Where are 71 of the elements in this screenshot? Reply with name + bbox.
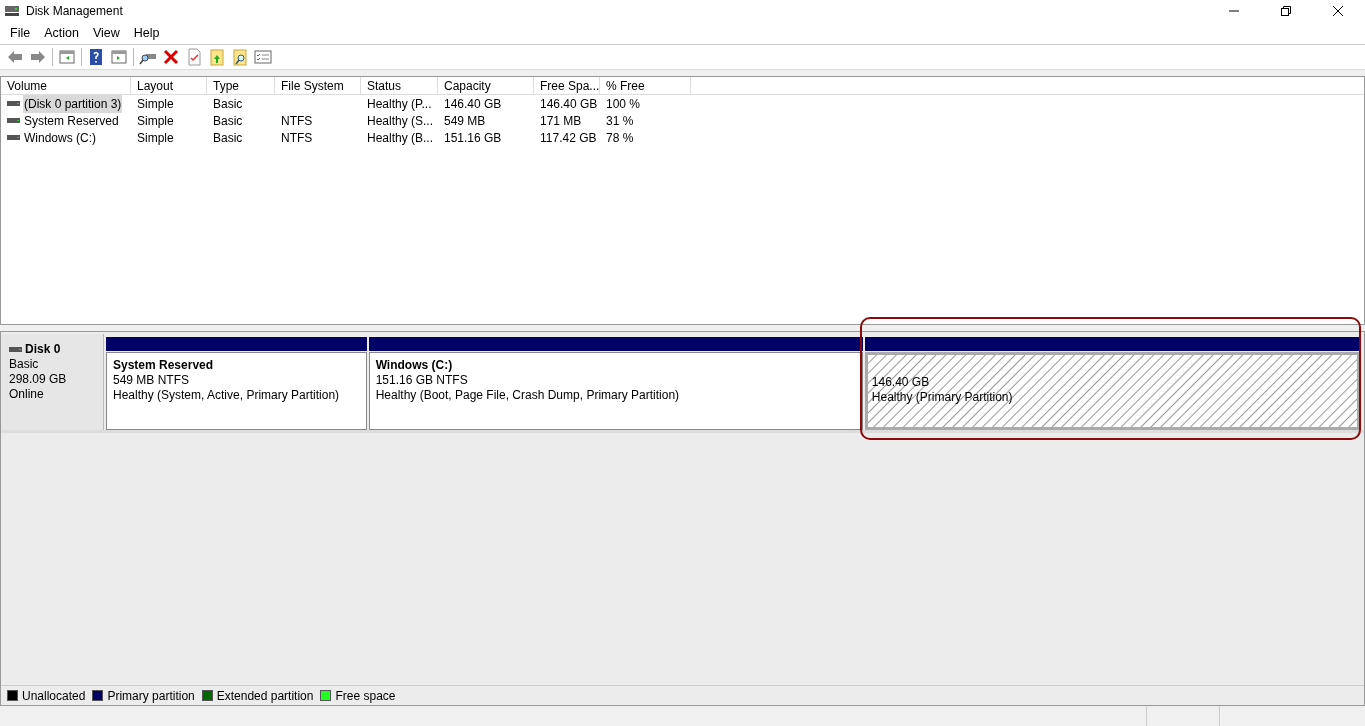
column-header[interactable]: File System xyxy=(275,77,361,94)
partition-size: 146.40 GB xyxy=(871,375,931,390)
partition-size: 151.16 GB NTFS xyxy=(375,373,469,388)
partition-block[interactable]: System Reserved 549 MB NTFS Healthy (System, Active, Primary Partition) xyxy=(106,352,367,430)
partition-block[interactable]: Windows (C:) 151.16 GB NTFS Healthy (Boot, Page File, Crash Dump, Primary Partition) xyxy=(368,352,863,430)
up-arrow-folder-icon xyxy=(208,48,226,66)
volume-name[interactable]: System Reserved xyxy=(23,111,120,130)
table-cell-text: NTFS xyxy=(281,112,313,130)
drive-icon xyxy=(9,346,22,353)
table-cell-text: 31 % xyxy=(606,112,634,130)
table-cell-text: Simple xyxy=(137,112,174,130)
search-folder-icon xyxy=(231,48,249,66)
menu-item[interactable]: View xyxy=(85,23,127,43)
restore-icon xyxy=(1281,6,1291,16)
partition-status: Healthy (Primary Partition) xyxy=(871,390,1014,405)
column-header[interactable]: Volume xyxy=(1,77,131,94)
help-icon xyxy=(87,48,105,66)
partition-status: Healthy (Boot, Page File, Crash Dump, Primary Partition) xyxy=(375,388,681,403)
disk-name: Disk 0 xyxy=(25,342,61,357)
column-header[interactable]: % Free xyxy=(600,77,691,94)
legend-label: Unallocated xyxy=(22,687,86,705)
partition-name: Windows (C:) xyxy=(375,358,454,373)
table-cell-text: 100 % xyxy=(606,95,641,113)
drive-icon xyxy=(7,100,20,107)
table-cell-text: Simple xyxy=(137,129,174,147)
checklist-icon xyxy=(254,48,272,66)
legend-label: Extended partition xyxy=(216,687,314,705)
close-icon xyxy=(1333,6,1343,16)
table-cell-text: Simple xyxy=(137,95,174,113)
table-cell-text: 549 MB xyxy=(444,112,486,130)
disk-type: Basic xyxy=(9,357,40,372)
table-cell-text: 151.16 GB xyxy=(444,129,502,147)
menu-item[interactable]: Action xyxy=(37,23,86,43)
table-cell-text: 171 MB xyxy=(540,112,582,130)
table-cell-text: 146.40 GB xyxy=(444,95,502,113)
app-icon xyxy=(4,5,20,17)
column-header[interactable]: Status xyxy=(361,77,438,94)
menu-item[interactable]: Help xyxy=(126,23,167,43)
column-header[interactable]: Layout xyxy=(131,77,207,94)
delete-icon xyxy=(162,48,180,66)
table-cell-text: 78 % xyxy=(606,129,634,147)
column-header[interactable]: Type xyxy=(207,77,275,94)
table-cell-text: Healthy (P... xyxy=(367,95,432,113)
table-cell-text: Basic xyxy=(213,112,243,130)
partition-block[interactable]: 146.40 GB Healthy (Primary Partition) xyxy=(864,352,1360,430)
legend-label: Primary partition xyxy=(107,687,195,705)
table-cell-text: Healthy (S... xyxy=(367,112,434,130)
table-cell-text: Healthy (B... xyxy=(367,129,434,147)
panel-icon xyxy=(58,48,76,66)
checkmark-document-icon xyxy=(185,48,203,66)
drive-icon xyxy=(7,117,20,124)
table-cell-text: 146.40 GB xyxy=(540,95,598,113)
column-header[interactable]: Free Spa... xyxy=(534,77,600,94)
table-cell-text: Basic xyxy=(213,129,243,147)
disk-info-panel[interactable]: Disk 0 Basic 298.09 GB Online xyxy=(1,334,104,430)
partition-size: 549 MB NTFS xyxy=(113,373,191,388)
menu-item[interactable]: File xyxy=(3,23,38,43)
table-cell-text: 117.42 GB xyxy=(540,129,597,147)
panel-icon xyxy=(110,48,128,66)
window-title: Disk Management xyxy=(26,3,123,20)
volume-name[interactable]: Windows (C:) xyxy=(23,128,97,147)
column-header[interactable]: Capacity xyxy=(438,77,534,94)
disk-size: 298.09 GB xyxy=(9,372,68,387)
forward-arrow-icon xyxy=(29,48,47,66)
table-cell-text: NTFS xyxy=(281,129,313,147)
disk-status: Online xyxy=(9,387,45,402)
partition-status: Healthy (System, Active, Primary Partition) xyxy=(113,388,341,403)
drive-icon xyxy=(7,134,20,141)
table-cell-text: Basic xyxy=(213,95,243,113)
legend-label: Free space xyxy=(335,687,396,705)
partition-name: System Reserved xyxy=(113,358,215,373)
